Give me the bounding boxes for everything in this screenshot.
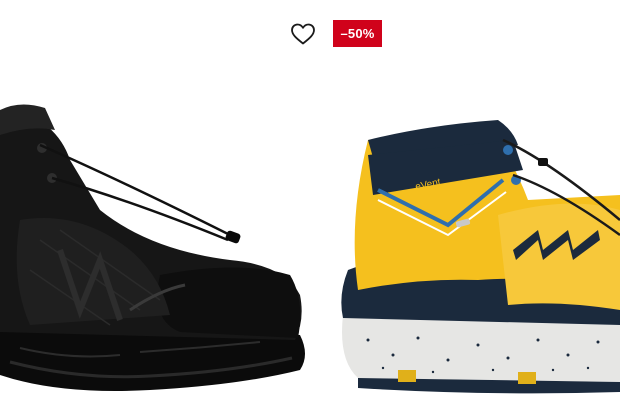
discount-badge: –50%: [333, 20, 382, 47]
wishlist-button[interactable]: [289, 20, 317, 48]
yellow-boot-image[interactable]: eVent: [338, 100, 620, 400]
black-boot-image[interactable]: [0, 100, 310, 400]
heart-outline-icon: [291, 23, 315, 45]
